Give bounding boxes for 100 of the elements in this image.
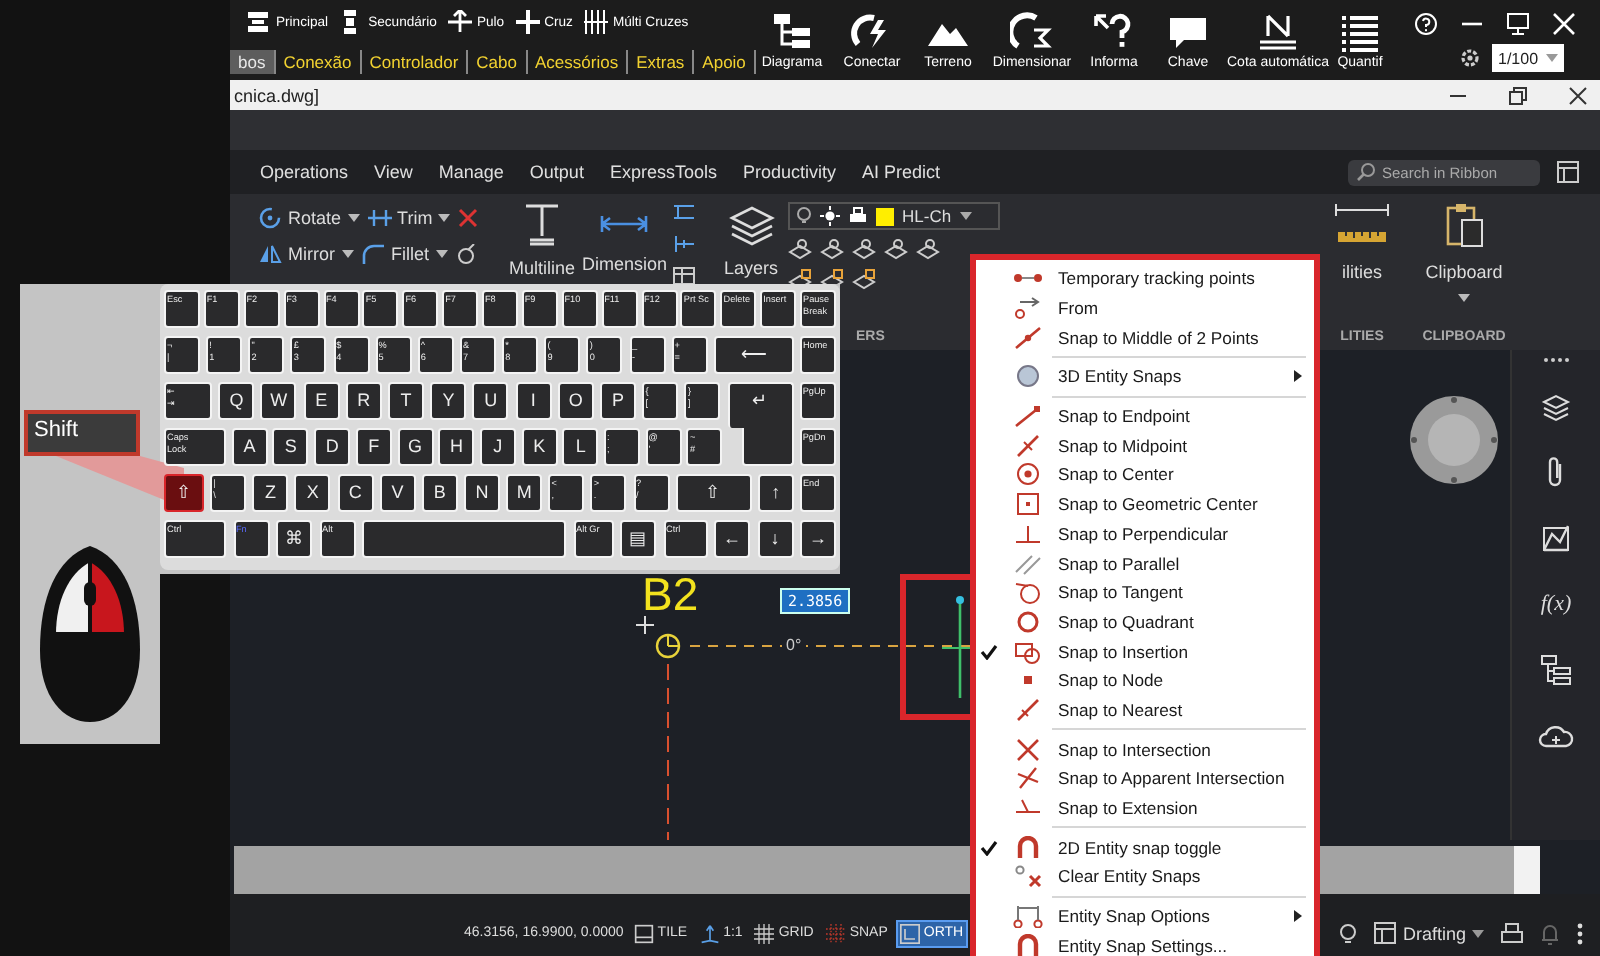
keyboard-key: B [421,474,458,512]
more-icon[interactable] [1576,921,1584,945]
workspace-dropdown[interactable]: Drafting [1374,922,1484,944]
menu-item[interactable]: Snap to Endpoint [976,401,1314,431]
menu-item[interactable]: From [976,293,1314,323]
mirror-icon [258,242,282,266]
scrollbar-thumb[interactable] [1514,846,1540,894]
keyboard-key: M [506,474,543,512]
ribbon-tab[interactable]: AI Predict [862,158,941,186]
menu-item[interactable]: Snap to Intersection [976,734,1314,764]
dimension-tool-icon[interactable] [671,202,696,222]
keyboard-key: ↓ [757,520,793,558]
dimension-tool-icon[interactable] [671,234,696,254]
toolbar-tab[interactable]: Extras [628,50,695,74]
menu-item[interactable]: Snap to Node [976,665,1314,696]
bulb-icon[interactable] [1338,921,1359,945]
keyboard-key: N [463,474,500,512]
caret-icon[interactable] [1458,294,1470,302]
layer-tool-icon[interactable] [916,238,941,260]
caret-icon[interactable] [347,214,360,222]
search-icon [1356,162,1376,182]
circle-icon [1012,462,1044,487]
keyboard-key: → [800,520,836,558]
ribbon-tool[interactable]: Mirror [258,242,353,266]
menu-item[interactable]: Snap to Midpoint [976,430,1314,461]
menu-item[interactable]: Snap to Quadrant [976,607,1314,637]
ribbon-tab[interactable]: Productivity [742,158,837,186]
menu-item[interactable]: Snap to Nearest [976,695,1314,725]
cross-icon [1012,766,1044,791]
menu-item[interactable]: Snap to Insertion [976,636,1314,666]
delete-icon[interactable] [458,208,479,228]
ribbon-tab[interactable]: View [374,158,413,186]
layer-tool-icon[interactable] [788,238,813,260]
layer-tool-icon[interactable] [820,268,845,290]
menu-item[interactable]: Snap to Center [976,460,1314,490]
toolbar-tab[interactable]: Acessórios [527,50,629,74]
hierarchy-icon[interactable] [1540,654,1572,686]
menu-item[interactable]: Snap to Parallel [976,548,1314,578]
parallel-lines-icon [1012,551,1044,576]
measure-icon[interactable] [1332,202,1392,246]
layer-tool-icon[interactable] [884,238,909,260]
menu-item[interactable]: 3D Entity Snaps [976,362,1314,392]
layer-dropdown[interactable]: HL-Ch [788,202,1001,230]
function-button[interactable]: f(x) [1540,588,1572,620]
caret-icon[interactable] [341,250,353,258]
restore-icon[interactable] [1508,85,1528,105]
keyboard-key: L [562,428,599,466]
ribbon-tab[interactable]: Operations [260,158,349,186]
printer-icon[interactable] [1500,921,1524,945]
menu-item[interactable]: Snap to Apparent Intersection [976,764,1314,794]
dimension-icon [1256,11,1300,51]
menu-item[interactable]: Clear Entity Snaps [976,862,1314,892]
layer-tool-icon[interactable] [852,238,877,260]
caret-icon[interactable] [438,214,451,222]
menu-item[interactable]: Entity Snap Settings... [976,930,1314,956]
toolbar-tab[interactable]: Apoio [694,50,756,74]
ribbon-tab[interactable]: Output [529,158,584,186]
bell-icon[interactable] [1540,921,1560,945]
ribbon-tool[interactable]: Trim [367,206,451,230]
cloud-icon[interactable] [1538,720,1574,752]
more-icon[interactable] [1542,356,1570,364]
ribbon-options-icon[interactable] [1556,160,1580,184]
ribbon-tool[interactable]: Multiline [502,202,582,278]
monitor-icon[interactable] [1506,12,1530,36]
menu-item[interactable]: Snap to Extension [976,793,1314,823]
table-icon[interactable] [671,266,696,286]
ribbon-tool[interactable]: Clipboard [1425,202,1503,302]
settings-icon[interactable] [1458,46,1482,70]
menu-item[interactable]: Snap to Tangent [976,577,1314,608]
ribbon-tool[interactable]: ilities [1341,262,1382,282]
layer-tool-icon[interactable] [788,268,813,290]
arc-icon [1010,11,1054,51]
menu-item[interactable]: Snap to Middle of 2 Points [976,322,1314,353]
layer-tool-icon[interactable] [852,268,877,290]
menu-item[interactable]: Temporary tracking points [976,264,1314,294]
chart-icon[interactable] [1540,522,1572,554]
caret-icon[interactable] [1472,929,1484,937]
ribbon-tab[interactable]: Manage [438,158,504,186]
ribbon-tab[interactable]: ExpressTools [609,158,717,186]
menu-item[interactable]: Snap to Perpendicular [976,519,1314,549]
caret-icon[interactable] [959,212,972,220]
ribbon-tool[interactable]: Layers [724,202,779,290]
viewcube-drawing [1406,392,1502,488]
ribbon-tool[interactable]: Rotate [258,206,360,230]
caret-icon[interactable] [435,250,448,258]
scale-dropdown[interactable]: 1/100 [1492,44,1565,72]
layer-tool-icon[interactable] [820,238,845,260]
help-icon[interactable] [1414,12,1438,36]
menu-item[interactable]: Entity Snap Options [976,901,1314,931]
menu-item[interactable]: Snap to Geometric Center [976,489,1314,519]
toolbar-tab[interactable]: Controlador [361,50,469,74]
toolbar-tab[interactable]: Conexão [275,50,362,74]
stacked-layers-icon[interactable] [1540,390,1572,422]
toolbar-tab[interactable]: bos [230,50,276,74]
toolbar-tab[interactable]: Cabo [468,50,527,74]
ribbon-tool[interactable]: Fillet [361,242,448,266]
scale-icon[interactable] [455,244,476,264]
menu-item[interactable]: 2D Entity snap toggle [976,832,1314,863]
rotate-icon [258,206,282,230]
close-icon[interactable] [1568,85,1588,105]
